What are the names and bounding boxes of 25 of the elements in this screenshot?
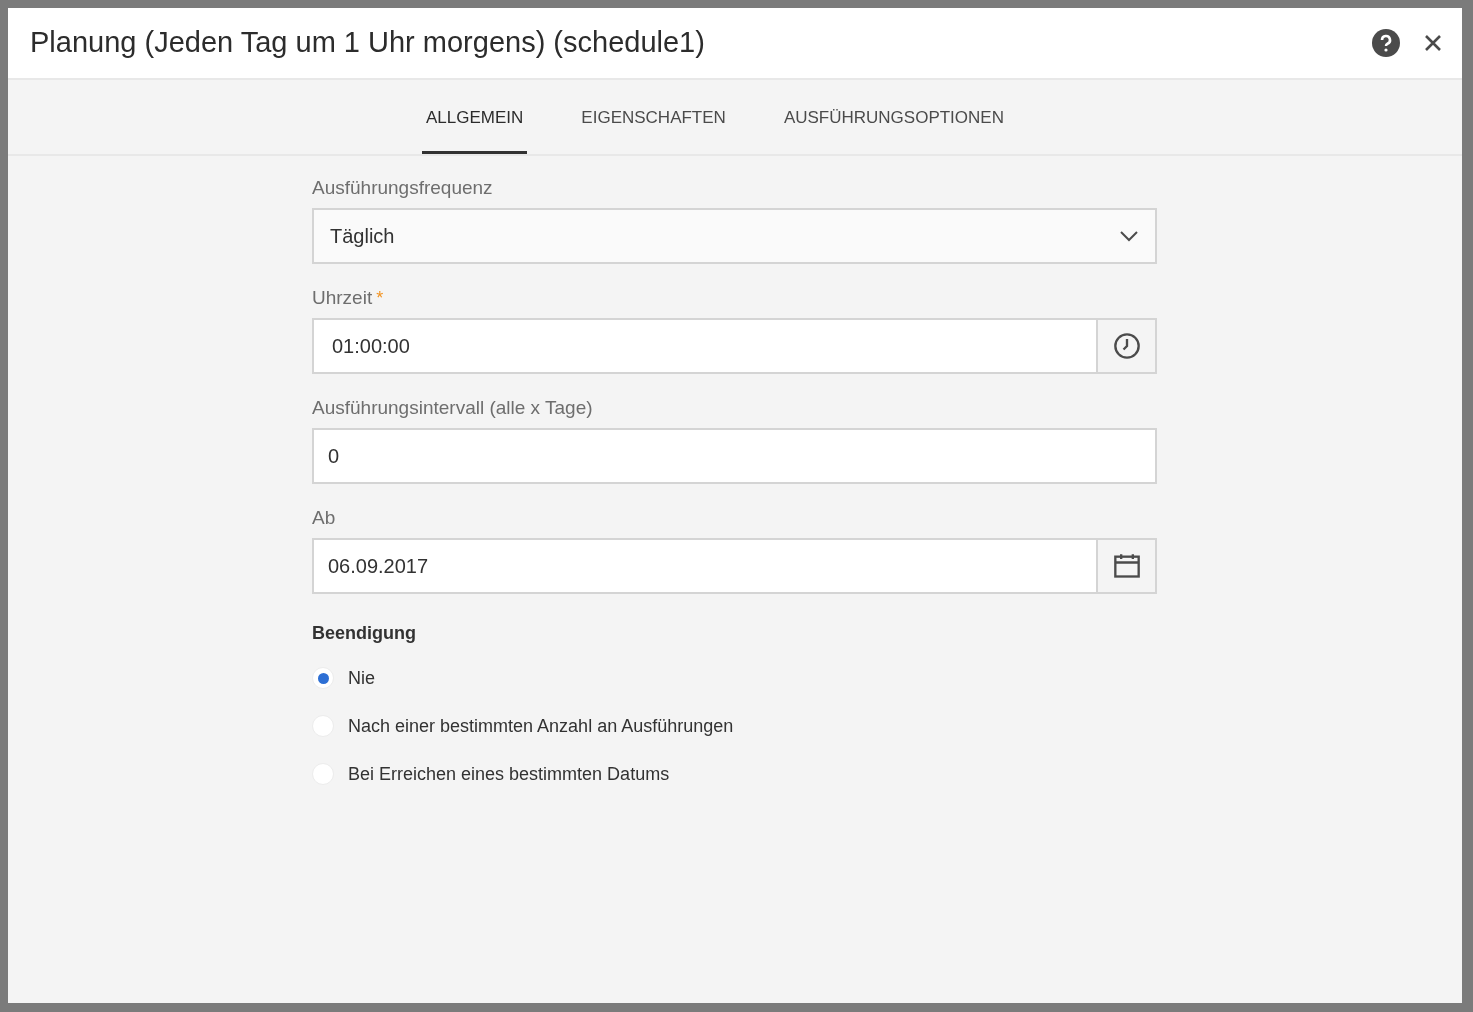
date-picker-button[interactable] [1098,538,1157,594]
tab[interactable]: ALLGEMEIN [422,80,528,154]
close-icon[interactable] [1424,34,1442,52]
tab[interactable]: EIGENSCHAFTEN [577,80,730,154]
clock-icon [1112,332,1141,360]
date-field[interactable]: 06.09.2017 [312,538,1098,594]
frequency-dropdown[interactable]: Täglich [312,208,1157,264]
required-marker: * [376,286,384,310]
radio-button[interactable] [312,667,334,689]
time-field[interactable]: 01:00:00 [312,318,1098,374]
dialog-title: Planung (Jeden Tag um 1 Uhr morgens) (schedule1) [30,25,705,61]
field-label: Ab [312,505,336,530]
radio-label: Nie [348,666,375,690]
time-picker-button[interactable] [1098,318,1157,374]
field-label: Ausführungsfrequenz [312,175,493,200]
chevron-down-icon [1119,230,1139,242]
section-heading: Beendigung [312,622,417,645]
tab[interactable]: AUSFÜHRUNGSOPTIONEN [779,80,1008,154]
field-label: Ausführungsintervall (alle x Tage) [312,395,593,420]
calendar-icon [1112,553,1141,579]
help-icon[interactable] [1372,29,1400,57]
radio-label: Bei Erreichen eines bestimmten Datums [348,762,670,786]
interval-field[interactable]: 0 [312,428,1157,484]
field-label: Uhrzeit [312,285,373,310]
radio-label: Nach einer bestimmten Anzahl an Ausführungen [348,714,734,738]
